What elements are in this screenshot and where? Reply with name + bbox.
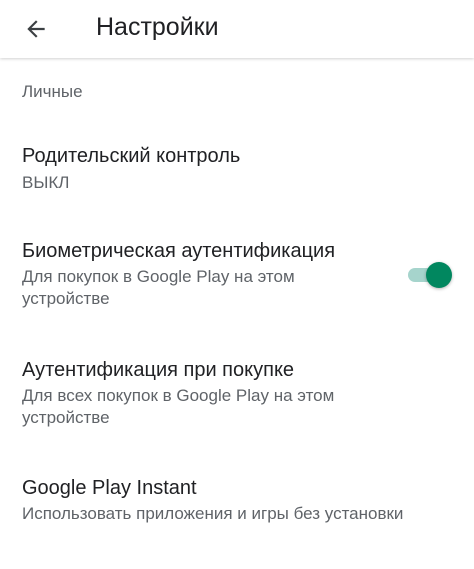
setting-subtitle: Использовать приложения и игры без устан…	[22, 504, 404, 523]
page-title: Настройки	[96, 13, 219, 41]
section-header-personal: Личные	[22, 82, 83, 101]
setting-parental-controls[interactable]: Родительский контроль ВЫКЛ	[0, 130, 474, 210]
arrow-left-icon	[27, 20, 45, 38]
setting-purchase-auth[interactable]: Аутентификация при покупке Для всех поку…	[0, 344, 474, 440]
toggle-thumb	[426, 262, 452, 288]
setting-title: Аутентификация при покупке	[22, 359, 295, 381]
app-bar: Настройки	[0, 0, 474, 58]
setting-google-play-instant[interactable]: Google Play Instant Использовать приложе…	[0, 462, 474, 542]
setting-biometric-auth[interactable]: Биометрическая аутентификация Для покупо…	[0, 226, 474, 322]
biometric-toggle-switch[interactable]	[406, 262, 452, 288]
back-button[interactable]	[12, 5, 60, 53]
setting-title: Родительский контроль	[22, 145, 241, 167]
setting-subtitle: Для покупок в Google Play на этом устрой…	[22, 267, 295, 308]
setting-title: Google Play Instant	[22, 477, 197, 499]
setting-subtitle: Для всех покупок в Google Play на этом у…	[22, 386, 335, 427]
setting-subtitle: ВЫКЛ	[22, 173, 70, 192]
setting-title: Биометрическая аутентификация	[22, 240, 336, 262]
